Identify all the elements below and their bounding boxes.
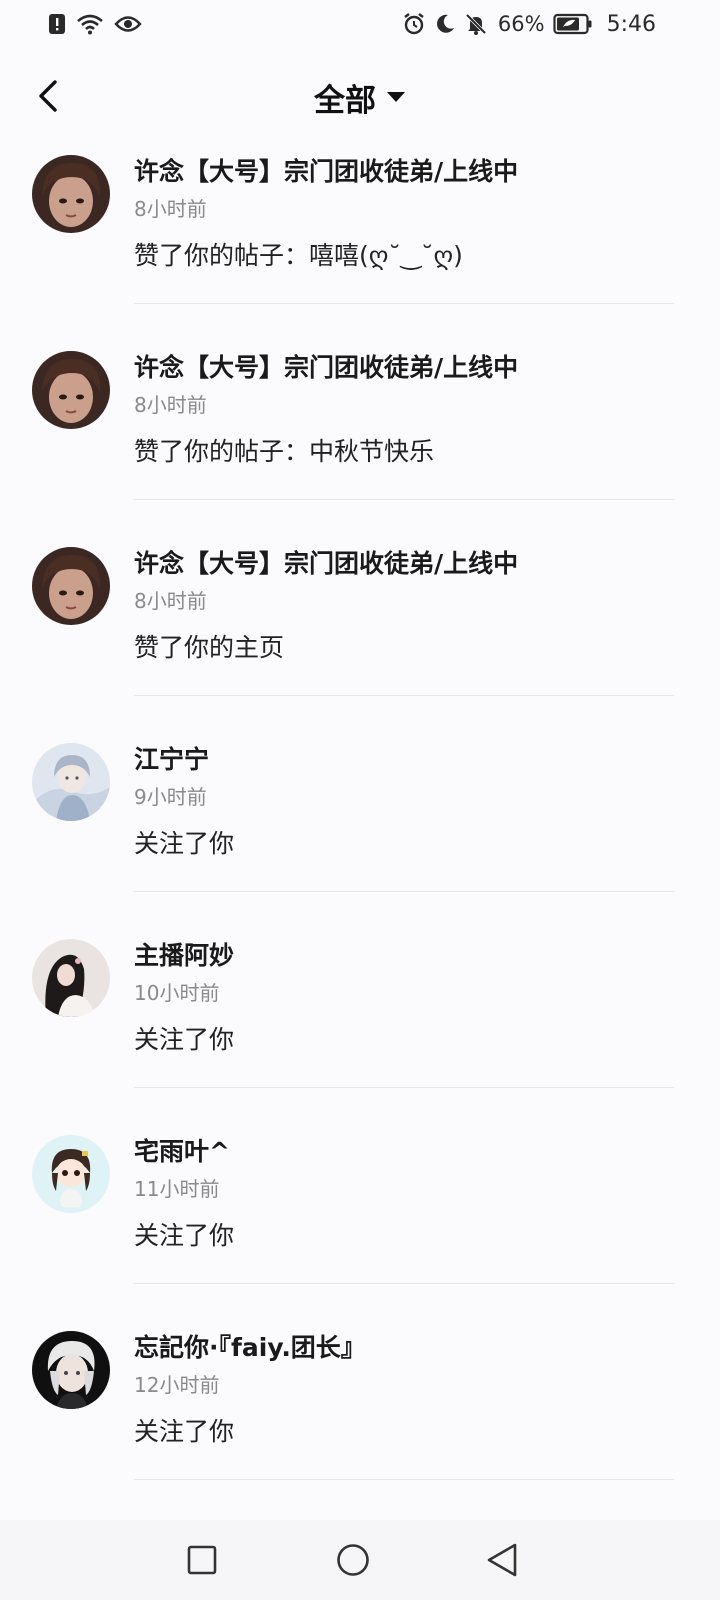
item-body: 主播阿妙 10小时前 关注了你 — [134, 938, 674, 1058]
item-body: 许念【大号】宗门团收徒弟/上线中 8小时前 赞了你的主页 — [134, 546, 674, 666]
user-name[interactable]: 主播阿妙 — [134, 938, 674, 974]
divider — [134, 303, 674, 304]
list-item[interactable]: 江宁宁 9小时前 关注了你 — [0, 728, 720, 924]
top-bar: 全部 — [0, 60, 720, 134]
divider — [134, 891, 674, 892]
dropdown-triangle-icon — [387, 92, 405, 102]
status-bar: 66% 5:46 — [0, 0, 720, 48]
battery-icon — [552, 13, 593, 35]
system-nav-bar — [0, 1520, 720, 1600]
notification-list: 许念【大号】宗门团收徒弟/上线中 8小时前 赞了你的帖子：嘻嘻(ღ˘‿˘ღ) 许… — [0, 140, 720, 1512]
list-item[interactable]: 宅雨叶^ 11小时前 关注了你 — [0, 1120, 720, 1316]
list-item[interactable]: 许念【大号】宗门团收徒弟/上线中 8小时前 赞了你的主页 — [0, 532, 720, 728]
action-text[interactable]: 关注了你 — [134, 1414, 674, 1450]
item-body: 江宁宁 9小时前 关注了你 — [134, 742, 674, 862]
action-text[interactable]: 赞了你的帖子：嘻嘻(ღ˘‿˘ღ) — [134, 238, 674, 274]
item-body: 许念【大号】宗门团收徒弟/上线中 8小时前 赞了你的帖子：中秋节快乐 — [134, 350, 674, 470]
timestamp: 10小时前 — [134, 981, 220, 1005]
timestamp: 12小时前 — [134, 1373, 220, 1397]
item-body: 宅雨叶^ 11小时前 关注了你 — [134, 1134, 674, 1254]
user-name[interactable]: 江宁宁 — [134, 742, 674, 778]
alert-icon — [48, 13, 66, 35]
divider — [134, 1283, 674, 1284]
list-item[interactable]: 忘記你·『faiy.团长』 12小时前 关注了你 — [0, 1316, 720, 1512]
item-body: 忘記你·『faiy.团长』 12小时前 关注了你 — [134, 1330, 674, 1450]
avatar[interactable] — [32, 939, 110, 1017]
user-name[interactable]: 许念【大号】宗门团收徒弟/上线中 — [134, 546, 674, 582]
list-item[interactable]: 许念【大号】宗门团收徒弟/上线中 8小时前 赞了你的帖子：中秋节快乐 — [0, 336, 720, 532]
status-bar-right: 66% 5:46 — [402, 12, 656, 37]
list-item[interactable]: 主播阿妙 10小时前 关注了你 — [0, 924, 720, 1120]
back-button[interactable] — [28, 74, 68, 118]
timestamp: 8小时前 — [134, 393, 207, 417]
item-body: 许念【大号】宗门团收徒弟/上线中 8小时前 赞了你的帖子：嘻嘻(ღ˘‿˘ღ) — [134, 154, 674, 274]
alarm-icon — [402, 12, 426, 36]
divider — [134, 1479, 674, 1480]
action-text[interactable]: 赞了你的主页 — [134, 630, 674, 666]
recents-button[interactable] — [180, 1538, 224, 1582]
divider — [134, 499, 674, 500]
list-item[interactable]: 许念【大号】宗门团收徒弟/上线中 8小时前 赞了你的帖子：嘻嘻(ღ˘‿˘ღ) — [0, 140, 720, 336]
action-text[interactable]: 赞了你的帖子：中秋节快乐 — [134, 434, 674, 470]
avatar[interactable] — [32, 1331, 110, 1409]
user-name[interactable]: 忘記你·『faiy.团长』 — [134, 1330, 674, 1366]
moon-icon — [434, 13, 456, 35]
avatar[interactable] — [32, 1135, 110, 1213]
user-name[interactable]: 许念【大号】宗门团收徒弟/上线中 — [134, 350, 674, 386]
mute-bell-icon — [464, 12, 488, 36]
timestamp: 8小时前 — [134, 197, 207, 221]
action-text[interactable]: 关注了你 — [134, 1022, 674, 1058]
eye-icon — [114, 14, 142, 34]
avatar[interactable] — [32, 155, 110, 233]
action-text[interactable]: 关注了你 — [134, 1218, 674, 1254]
action-text[interactable]: 关注了你 — [134, 826, 674, 862]
home-button[interactable] — [331, 1538, 375, 1582]
nav-back-button[interactable] — [480, 1538, 524, 1582]
home-circle-icon — [337, 1544, 369, 1576]
timestamp: 8小时前 — [134, 589, 207, 613]
filter-dropdown[interactable]: 全部 — [290, 60, 430, 134]
divider — [134, 1087, 674, 1088]
filter-label: 全部 — [314, 82, 376, 119]
divider — [134, 695, 674, 696]
status-bar-left — [48, 13, 142, 35]
battery-percent: 66% — [497, 12, 545, 36]
clock: 5:46 — [606, 11, 656, 37]
user-name[interactable]: 宅雨叶^ — [134, 1134, 674, 1170]
user-name[interactable]: 许念【大号】宗门团收徒弟/上线中 — [134, 154, 674, 190]
timestamp: 11小时前 — [134, 1177, 220, 1201]
back-triangle-icon — [487, 1543, 517, 1577]
wifi-icon — [76, 13, 104, 35]
back-chevron-icon — [39, 80, 57, 112]
recents-square-icon — [187, 1545, 217, 1575]
avatar[interactable] — [32, 547, 110, 625]
avatar[interactable] — [32, 351, 110, 429]
avatar[interactable] — [32, 743, 110, 821]
timestamp: 9小时前 — [134, 785, 207, 809]
